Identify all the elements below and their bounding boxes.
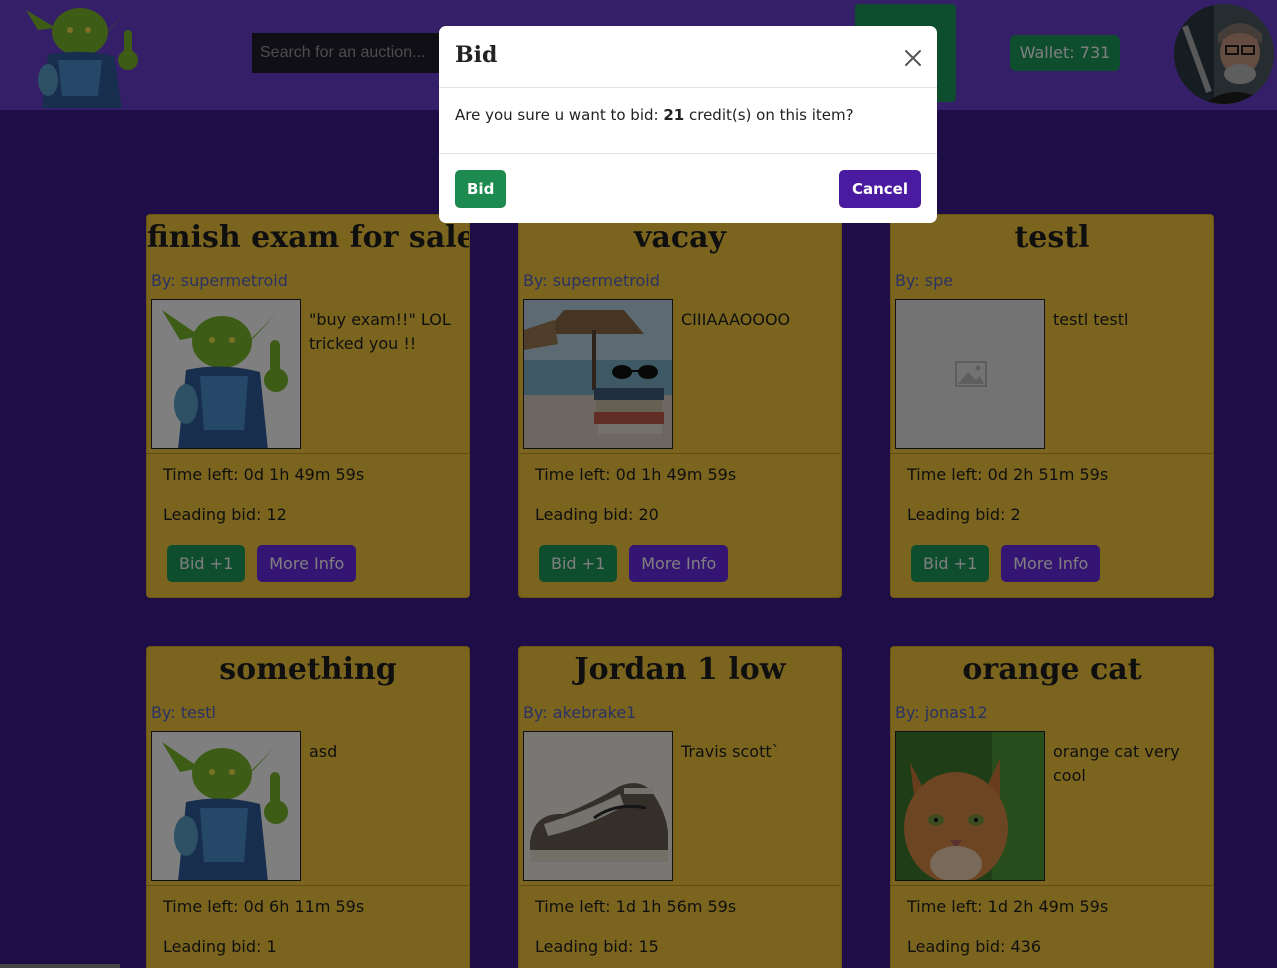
bid-modal: Bid Are you sure u want to bid: 21 credi…: [439, 26, 937, 223]
bid-amount: 21: [663, 106, 685, 124]
close-button[interactable]: [901, 46, 925, 70]
confirm-bid-button[interactable]: Bid: [455, 170, 507, 208]
modal-message-prefix: Are you sure u want to bid:: [455, 106, 664, 124]
close-icon: [905, 50, 921, 66]
modal-footer: Bid Cancel: [439, 154, 937, 222]
modal-header: Bid: [439, 26, 937, 88]
modal-message-suffix: credit(s) on this item?: [684, 106, 854, 124]
cancel-button[interactable]: Cancel: [838, 170, 921, 208]
modal-message: Are you sure u want to bid: 21 credit(s)…: [439, 88, 937, 154]
modal-title: Bid: [455, 42, 498, 68]
